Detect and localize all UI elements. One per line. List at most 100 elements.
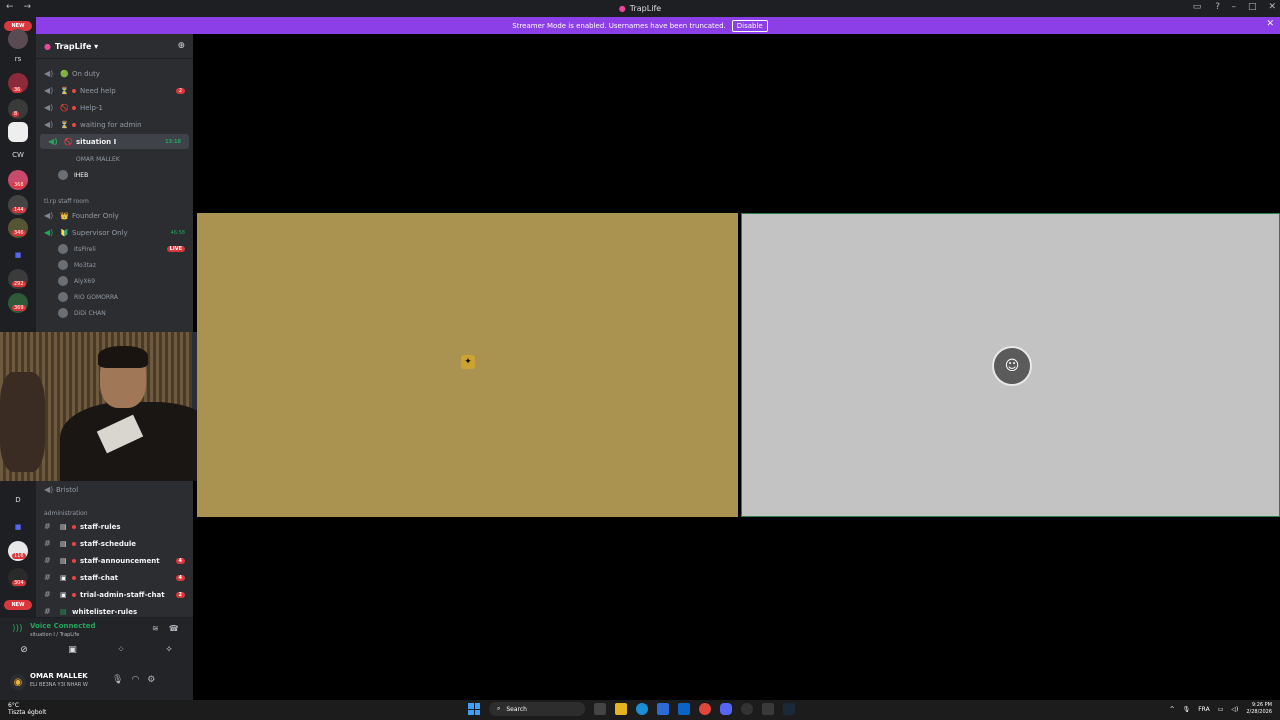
folder-icon[interactable]: ■ <box>8 245 28 265</box>
disable-streamer-button[interactable]: Disable <box>731 19 768 32</box>
app-icon[interactable] <box>741 703 753 715</box>
headphones-icon[interactable]: ◠ <box>131 675 139 685</box>
channel-staff-announcement[interactable]: # ▤ staff-announcement 4 <box>36 553 193 568</box>
red-dot <box>72 105 76 110</box>
channel-waiting-for-admin[interactable]: ◀) ⏳ waiting for admin <box>36 117 193 132</box>
channel-name: Supervisor Only <box>72 228 128 237</box>
signal-icon[interactable]: ))) <box>12 624 23 634</box>
close-window-icon[interactable]: ✕ <box>1268 2 1276 12</box>
channel-emoji: 👑 <box>60 211 69 220</box>
volume-icon[interactable]: ◁) <box>1231 706 1238 713</box>
channel-on-duty[interactable]: ◀) 🟢 On duty <box>36 66 193 81</box>
streamer-mode-banner: Streamer Mode is enabled. Usernames have… <box>0 17 1280 34</box>
hashtag-icon: # <box>44 522 51 531</box>
server-header[interactable]: ● TrapLife ▾ ⊕ <box>36 34 193 59</box>
file-explorer-icon[interactable] <box>615 703 627 715</box>
channel-name: situation I <box>76 137 117 146</box>
forward-arrow-icon[interactable]: → <box>24 2 32 12</box>
channel-help-1[interactable]: ◀) 🚫 Help-1 <box>36 100 193 115</box>
store-icon[interactable] <box>657 703 669 715</box>
channel-situation-i[interactable]: ◀) 🚫 situation I 13:18 <box>40 134 189 149</box>
channel-supervisor-only[interactable]: ◀) 🔰 Supervisor Only 46:58 <box>36 225 193 240</box>
channel-staff-chat[interactable]: # ▣ staff-chat 4 <box>36 570 193 585</box>
channel-emoji: ⏳ <box>60 120 69 129</box>
voice-location[interactable]: situation I / TrapLife <box>30 632 79 638</box>
voice-user[interactable]: Mo3taz <box>58 258 96 272</box>
screen-share-icon[interactable]: ▣ <box>68 645 77 655</box>
user-name[interactable]: OMAR MALLEK <box>30 672 88 680</box>
hashtag-icon: # <box>44 573 51 582</box>
server-badge: 8 <box>12 111 20 117</box>
channel-trial-admin-staff-chat[interactable]: # ▣ trial-admin-staff-chat 2 <box>36 587 193 602</box>
voice-status[interactable]: Voice Connected <box>30 622 96 630</box>
weather-widget[interactable]: 6°C Tiszta égbolt <box>8 702 46 716</box>
channel-staff-rules[interactable]: # ▤ staff-rules <box>36 519 193 534</box>
help-icon[interactable]: ? <box>1215 2 1220 12</box>
mail-icon[interactable] <box>678 703 690 715</box>
back-arrow-icon[interactable]: ← <box>6 2 14 12</box>
microphone-icon[interactable]: 🎙 <box>112 675 123 685</box>
banner-close-icon[interactable]: ✕ <box>1266 19 1274 29</box>
folder-icon[interactable]: ■ <box>8 517 28 537</box>
chrome-icon[interactable] <box>699 703 711 715</box>
start-button[interactable] <box>468 703 480 715</box>
steam-icon[interactable] <box>783 703 795 715</box>
network-icon[interactable]: ▭ <box>1218 706 1224 713</box>
voice-user[interactable]: OMAR MALLEK <box>76 152 120 166</box>
server-icon-selected[interactable] <box>8 122 28 142</box>
voice-user[interactable]: RIO GOMORRA <box>58 290 118 304</box>
call-timer: 13:18 <box>165 138 181 145</box>
speaker-icon: ◀) <box>44 69 54 78</box>
disconnect-icon[interactable]: ☎ <box>169 624 179 633</box>
doc-icon: ▤ <box>60 522 67 531</box>
tray-chevron-icon[interactable]: ^ <box>1170 706 1175 713</box>
language-indicator[interactable]: FRA <box>1198 706 1209 713</box>
camera-off-icon[interactable]: ⊘ <box>20 645 28 655</box>
task-view-icon[interactable] <box>594 703 606 715</box>
video-tile-user[interactable]: ☺ <box>741 213 1280 517</box>
settings-gear-icon[interactable]: ⚙ <box>147 675 155 685</box>
red-dot <box>72 558 76 563</box>
maximize-icon[interactable]: □ <box>1248 2 1257 12</box>
voice-user-name: OMAR MALLEK <box>76 155 120 163</box>
speaker-icon: ◀) <box>44 86 54 95</box>
add-member-icon[interactable]: ⊕ <box>177 41 185 51</box>
edge-icon[interactable] <box>636 703 648 715</box>
channel-name: staff-rules <box>80 522 121 531</box>
server-label-cw[interactable]: CW <box>0 151 36 159</box>
voice-user[interactable]: AlyX69 <box>58 274 95 288</box>
channel-staff-schedule[interactable]: # ▤ staff-schedule <box>36 536 193 551</box>
channel-founder-only[interactable]: ◀) 👑 Founder Only <box>36 208 193 223</box>
soundboard-icon[interactable]: ✧ <box>165 645 173 655</box>
voice-user[interactable]: ItsPireli <box>58 242 96 256</box>
server-label-d[interactable]: D <box>0 496 36 504</box>
channel-bristol[interactable]: ◀) Bristol <box>36 482 193 497</box>
clock[interactable]: 9:26 PM 2/28/2026 <box>1246 702 1272 716</box>
server-label-rs[interactable]: rs <box>0 55 36 63</box>
voice-user-name: IHEB <box>74 171 89 179</box>
live-badge: LIVE <box>166 246 185 252</box>
channel-need-help[interactable]: ◀) ⏳ Need help 2 <box>36 83 193 98</box>
speaker-icon: ◀) <box>48 137 58 146</box>
voice-user[interactable]: IHEB <box>58 168 88 182</box>
minimize-icon[interactable]: – <box>1231 2 1236 12</box>
tray-mic-icon[interactable]: 🎙 <box>1183 706 1191 713</box>
mention-badge: 2 <box>175 591 185 598</box>
voice-user-name: Mo3taz <box>74 261 96 269</box>
clock-date: 2/28/2026 <box>1246 709 1272 715</box>
discord-taskbar-icon[interactable] <box>720 703 732 715</box>
webcam-person-body <box>60 402 220 481</box>
settings-app-icon[interactable] <box>762 703 774 715</box>
voice-user[interactable]: DiDi CHAN <box>58 306 106 320</box>
red-dot <box>72 88 76 93</box>
taskbar-search[interactable]: ⌕ Search <box>489 702 585 716</box>
doc-icon: ▤ <box>60 539 67 548</box>
inbox-icon[interactable]: ▭ <box>1193 2 1202 12</box>
server-icon[interactable] <box>8 29 28 49</box>
activities-icon[interactable]: ⁘ <box>117 645 125 655</box>
category-staff-room[interactable]: tl.rp staff room <box>36 194 193 209</box>
noise-suppression-icon[interactable]: ≋ <box>152 624 159 633</box>
video-tile-stream[interactable]: ✦ <box>197 213 738 517</box>
server-badge: 144 <box>12 207 26 213</box>
user-avatar-icon[interactable]: ◉ <box>10 674 26 690</box>
